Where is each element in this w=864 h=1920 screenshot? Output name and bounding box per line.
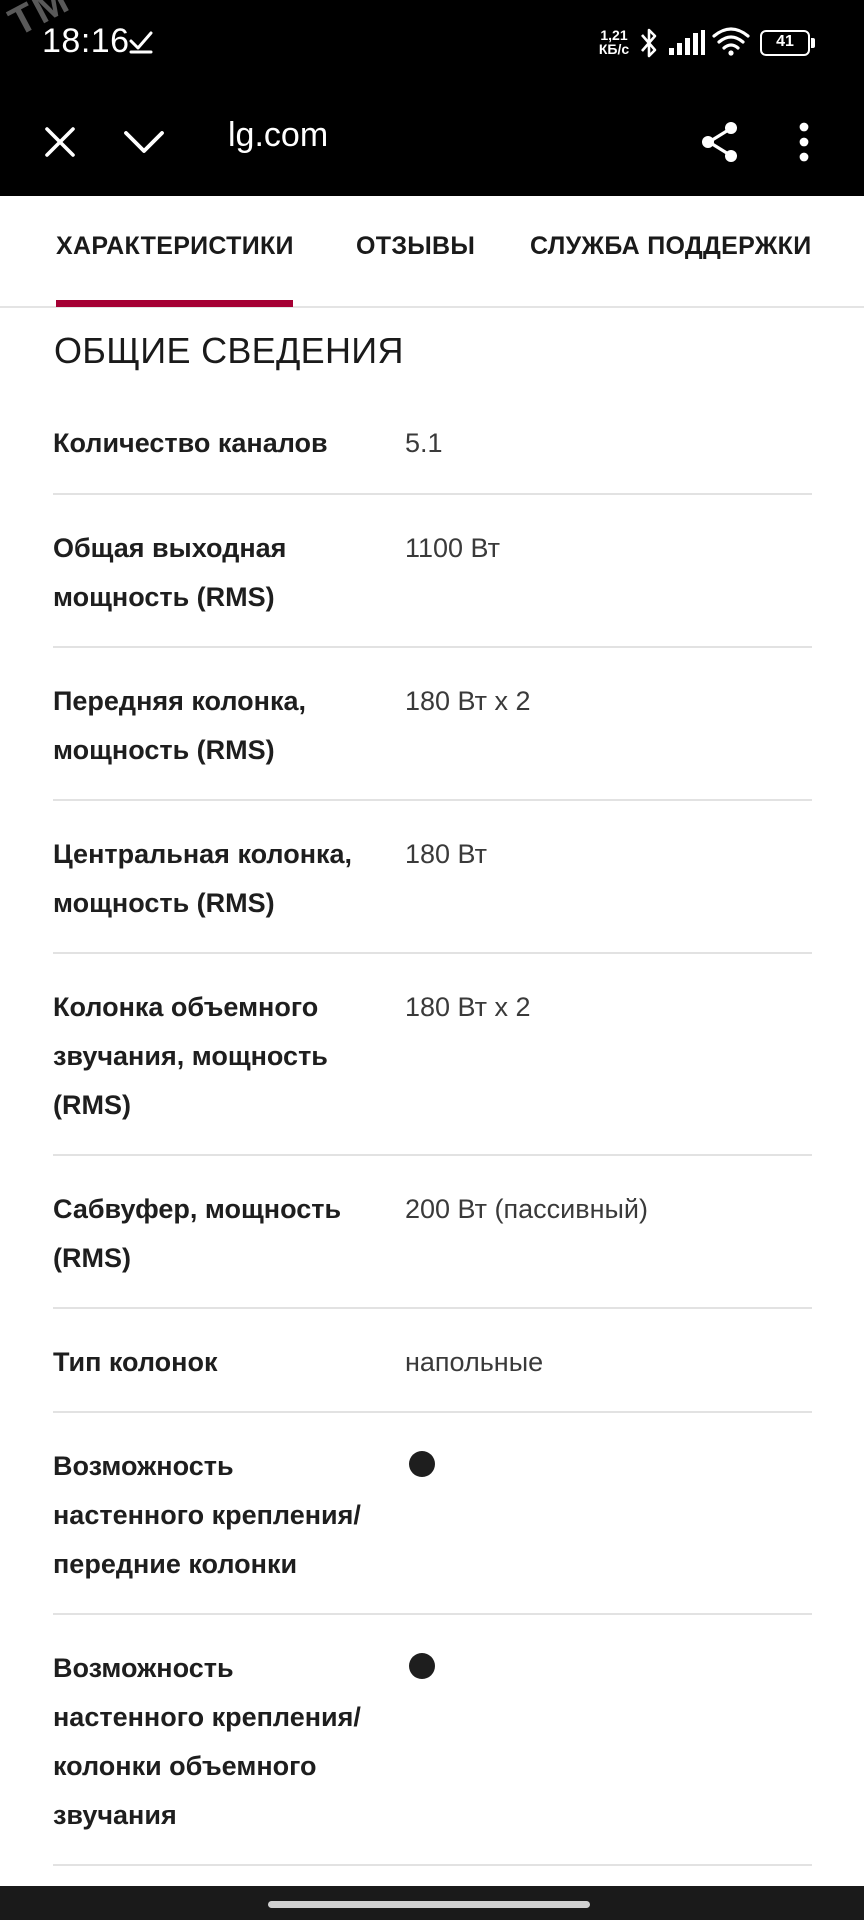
spec-row: Общая выходная мощность (RMS) 1100 Вт: [53, 495, 812, 648]
spec-label: Возможность настенного крепления/ передн…: [53, 1451, 361, 1579]
minimize-button[interactable]: [112, 110, 176, 174]
spec-value: 180 Вт x 2: [405, 992, 531, 1022]
spec-label: Сабвуфер, мощность (RMS): [53, 1194, 342, 1273]
spec-value: 1100 Вт: [405, 533, 501, 563]
browser-toolbar: lg.com: [0, 88, 864, 196]
spec-row: Возможность настенного крепления/ передн…: [53, 1413, 812, 1615]
spec-value: 5.1: [405, 428, 443, 458]
bullet-dot: [409, 1451, 435, 1477]
spec-value: 180 Вт: [405, 839, 488, 869]
close-button[interactable]: [28, 110, 92, 174]
more-vertical-icon: [799, 122, 809, 162]
more-menu-button[interactable]: [772, 110, 836, 174]
spec-label: Количество каналов: [53, 428, 328, 458]
spec-row: Тип колонок напольные: [53, 1309, 812, 1413]
bullet-dot: [409, 1653, 435, 1679]
cellular-signal-icon: [669, 30, 705, 55]
spec-label: Центральная колонка, мощность (RMS): [53, 839, 353, 918]
spec-row: Центральная колонка, мощность (RMS) 180 …: [53, 801, 812, 954]
close-icon: [45, 127, 75, 157]
battery-level: 41: [760, 30, 810, 56]
active-tab-indicator: [56, 300, 293, 307]
wifi-icon: [712, 27, 750, 56]
share-button[interactable]: [688, 110, 752, 174]
spec-row: Колонка объемного звучания, мощность (RM…: [53, 954, 812, 1156]
battery-indicator: 41: [760, 30, 816, 56]
tab-bar: ХАРАКТЕРИСТИКИ ОТЗЫВЫ СЛУЖБА ПОДДЕРЖКИ: [0, 196, 864, 308]
spec-row: Количество каналов 5.1: [53, 390, 812, 495]
tab-specifications[interactable]: ХАРАКТЕРИСТИКИ: [56, 232, 294, 261]
spec-row: Передняя колонка, мощность (RMS) 180 Вт …: [53, 648, 812, 801]
network-speed-unit: КБ/с: [598, 41, 630, 57]
download-done-icon: [129, 31, 153, 54]
network-speed: 1,21 КБ/с: [594, 28, 634, 56]
navigation-bar: [0, 1886, 864, 1920]
spec-row: Сабвуфер, мощность (RMS) 200 Вт (пассивн…: [53, 1156, 812, 1309]
spec-value: напольные: [405, 1347, 544, 1377]
tab-support[interactable]: СЛУЖБА ПОДДЕРЖКИ: [530, 232, 811, 261]
spec-row: Возможность настенного крепления/ колонк…: [53, 1615, 812, 1866]
spec-list: Количество каналов 5.1 Общая выходная мо…: [53, 390, 812, 1866]
spec-value: 180 Вт x 2: [405, 686, 531, 716]
spec-label: Колонка объемного звучания, мощность (RM…: [53, 992, 328, 1120]
status-bar: TM 18:16 1,21 КБ/с 41: [0, 0, 864, 88]
spec-value: 200 Вт (пассивный): [405, 1194, 648, 1224]
spec-label: Передняя колонка, мощность (RMS): [53, 686, 306, 765]
tab-reviews[interactable]: ОТЗЫВЫ: [356, 232, 475, 261]
section-title: ОБЩИЕ СВЕДЕНИЯ: [54, 330, 404, 371]
network-speed-value: 1,21: [600, 27, 628, 43]
battery-tip: [811, 38, 815, 48]
home-gesture-handle[interactable]: [268, 1901, 590, 1908]
chevron-down-icon: [124, 131, 164, 153]
spec-label: Тип колонок: [53, 1347, 218, 1377]
bluetooth-icon: [641, 28, 657, 58]
status-time: 18:16: [42, 22, 130, 60]
spec-label: Общая выходная мощность (RMS): [53, 533, 287, 612]
url-text[interactable]: lg.com: [228, 116, 328, 155]
share-icon: [702, 122, 737, 162]
spec-label: Возможность настенного крепления/ колонк…: [53, 1653, 361, 1830]
